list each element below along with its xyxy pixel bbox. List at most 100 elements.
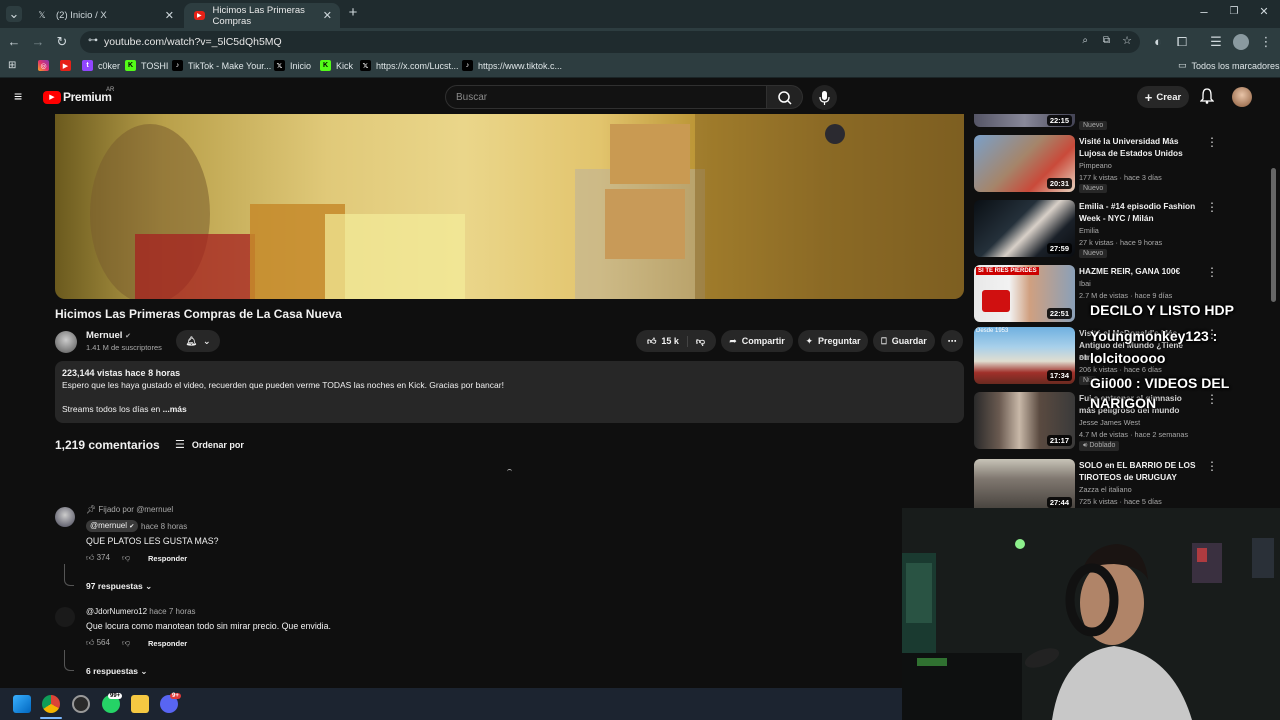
bookmark-kick[interactable]: K Kick xyxy=(320,60,353,71)
channel-name[interactable]: Zazza el italiano xyxy=(1079,485,1132,494)
video-thumbnail[interactable]: 27:44 xyxy=(974,459,1075,508)
close-icon[interactable]: ✕ xyxy=(323,9,332,22)
notifications-bell-icon[interactable] xyxy=(1199,88,1215,107)
minimize-icon[interactable]: – xyxy=(1196,4,1212,20)
more-actions-button[interactable]: ⋯ xyxy=(941,330,963,352)
save-button[interactable]: ⎕ Guardar xyxy=(873,330,935,352)
video-thumbnail[interactable]: SI TE RIES PIERDES 22:51 xyxy=(974,265,1075,322)
more-options-icon[interactable]: ⋮ xyxy=(1206,200,1218,214)
video-thumbnail[interactable]: Desde 1953 17:34 xyxy=(974,327,1075,384)
bookmark-toshi[interactable]: K TOSHI xyxy=(125,60,168,71)
video-duration: 22:51 xyxy=(1046,308,1072,319)
bookmark-inicio[interactable]: 𝕏 Inicio xyxy=(274,60,311,71)
menu-kebab-icon[interactable]: ⋮ xyxy=(1258,34,1274,50)
replies-toggle[interactable]: 6 respuestas ⌄ xyxy=(86,666,147,677)
show-more-link[interactable]: ...más xyxy=(163,404,187,414)
comment-avatar[interactable] xyxy=(55,607,75,627)
more-options-icon[interactable]: ⋮ xyxy=(1206,265,1218,279)
bookmark-tiktok[interactable]: ♪ TikTok - Make Your... xyxy=(172,60,271,71)
account-avatar[interactable] xyxy=(1232,87,1252,107)
url-field[interactable]: ⊶ youtube.com/watch?v=_5lC5dQh5MQ ⌕ ⧉ ☆ xyxy=(80,31,1140,53)
more-options-icon[interactable]: ⋮ xyxy=(1206,392,1218,406)
file-explorer-icon[interactable] xyxy=(131,695,149,713)
more-options-icon[interactable]: ⋮ xyxy=(1206,135,1218,149)
extensions-puzzle-icon[interactable]: ⧠ xyxy=(1174,34,1190,50)
windows-start-icon[interactable] xyxy=(13,695,31,713)
reading-list-icon[interactable]: ☰ xyxy=(1208,34,1224,50)
bookmark-youtube[interactable]: ▶ xyxy=(60,60,76,71)
zoom-icon[interactable]: ⌕ xyxy=(1082,35,1088,46)
extension-shield-icon[interactable]: ◐ xyxy=(1150,34,1166,50)
reply-button[interactable]: Responder xyxy=(148,639,187,648)
channel-avatar[interactable] xyxy=(55,331,77,353)
ask-button[interactable]: ✦ Preguntar xyxy=(798,330,868,352)
reload-icon[interactable]: ↻ xyxy=(54,34,70,50)
pin-icon: 📌︎ xyxy=(86,505,97,514)
tab-search-button[interactable]: ⌄ xyxy=(6,6,22,22)
channel-name[interactable]: Ibai xyxy=(1079,279,1091,288)
reply-button[interactable]: Responder xyxy=(148,554,187,563)
more-options-icon[interactable]: ⋮ xyxy=(1206,459,1218,473)
bookmark-c0ker[interactable]: t c0ker xyxy=(82,60,120,71)
comment-like-button[interactable]: 👍︎ 564 xyxy=(86,638,110,648)
comment-time[interactable]: hace 7 horas xyxy=(149,607,195,616)
chat-overlay-line: Gii000 : VIDEOS DEL xyxy=(1090,375,1230,391)
apps-grid-icon[interactable]: ⊞ xyxy=(8,60,16,71)
replies-toggle[interactable]: 97 respuestas ⌄ xyxy=(86,581,152,592)
comment-like-button[interactable]: 👍︎ 374 xyxy=(86,553,110,563)
back-icon[interactable]: ← xyxy=(6,34,22,50)
profile-avatar[interactable] xyxy=(1233,34,1249,50)
close-icon[interactable]: ✕ xyxy=(165,9,174,22)
tab-youtube-video[interactable]: ▶ Hicimos Las Primeras Compras ✕ xyxy=(184,3,340,28)
channel-name[interactable]: Jesse James West xyxy=(1079,418,1140,427)
site-info-icon[interactable]: ⊶ xyxy=(88,35,98,46)
bookmark-tiktok-url[interactable]: ♪ https://www.tiktok.c... xyxy=(462,60,562,71)
channel-name-text: Mernuel xyxy=(86,330,123,341)
video-description[interactable]: 223,144 vistas hace 8 horas Espero que l… xyxy=(55,361,964,423)
bookmark-icon: ⎕ xyxy=(881,335,887,346)
forward-icon[interactable]: → xyxy=(30,34,46,50)
dislike-button[interactable]: 👎︎ xyxy=(688,336,705,347)
bookmark-instagram[interactable]: ◎ xyxy=(38,60,54,71)
video-thumbnail[interactable]: 21:17 xyxy=(974,392,1075,449)
channel-name[interactable]: Emilia xyxy=(1079,226,1099,235)
channel-name[interactable]: Mernuel ✔ xyxy=(86,330,131,341)
voice-search-button[interactable] xyxy=(812,85,837,110)
bookmark-x-lucst[interactable]: 𝕏https://x.com/Lucst... xyxy=(360,60,459,71)
create-button[interactable]: + Crear xyxy=(1137,86,1189,108)
window-close-icon[interactable]: ✕ xyxy=(1256,4,1272,20)
comment-avatar[interactable] xyxy=(55,507,75,527)
hamburger-menu-icon[interactable]: ≡ xyxy=(14,88,22,104)
search-input[interactable]: Buscar xyxy=(445,85,767,109)
video-thumbnail[interactable]: 20:31 xyxy=(974,135,1075,192)
share-button[interactable]: ➦ Compartir xyxy=(721,330,793,352)
channel-name[interactable]: Pimpeano xyxy=(1079,161,1112,170)
comment-time[interactable]: hace 8 horas xyxy=(141,522,187,531)
obs-icon[interactable] xyxy=(72,695,90,713)
install-app-icon[interactable]: ⧉ xyxy=(1103,35,1110,46)
comment-author[interactable]: @JdorNumero12 xyxy=(86,607,147,616)
video-thumbnail[interactable]: 22:15 xyxy=(974,114,1075,127)
video-player[interactable] xyxy=(55,114,964,299)
video-title[interactable]: Emilia - #14 episodio Fashion Week - NYC… xyxy=(1079,200,1199,224)
comment-dislike-icon[interactable]: 👎︎ xyxy=(122,638,130,648)
search-button[interactable] xyxy=(767,85,803,109)
chrome-icon[interactable] xyxy=(42,695,60,713)
video-thumbnail[interactable]: 27:59 xyxy=(974,200,1075,257)
page-scrollbar[interactable] xyxy=(1271,168,1276,302)
bookmark-star-icon[interactable]: ☆ xyxy=(1122,34,1132,47)
new-tab-icon[interactable]: + xyxy=(345,5,361,21)
video-title[interactable]: SOLO en EL BARRIO DE LOS TIROTEOS de URU… xyxy=(1079,459,1199,483)
comment-dislike-icon[interactable]: 👎︎ xyxy=(122,553,130,563)
video-title[interactable]: HAZME REIR, GANA 100€ xyxy=(1079,265,1199,277)
video-title[interactable]: Visité la Universidad Más Lujosa de Esta… xyxy=(1079,135,1199,159)
sort-button[interactable]: ☰ Ordenar por xyxy=(175,438,244,451)
comment-author-badge[interactable]: @mernuel ✔ xyxy=(86,520,139,532)
notification-bell-button[interactable]: 🔔︎ ⌄ xyxy=(176,330,220,352)
restore-icon[interactable]: ❐ xyxy=(1226,4,1242,20)
description-text-2: Streams todos los días en ...más xyxy=(62,404,187,414)
youtube-premium-logo[interactable]: ▶ Premium AR xyxy=(43,87,114,104)
tab-x-home[interactable]: 𝕏 (2) Inicio / X ✕ xyxy=(26,3,182,28)
all-bookmarks-folder[interactable]: ▭ Todos los marcadores xyxy=(1178,60,1280,71)
like-button[interactable]: 👍︎ 15 k xyxy=(647,335,688,347)
